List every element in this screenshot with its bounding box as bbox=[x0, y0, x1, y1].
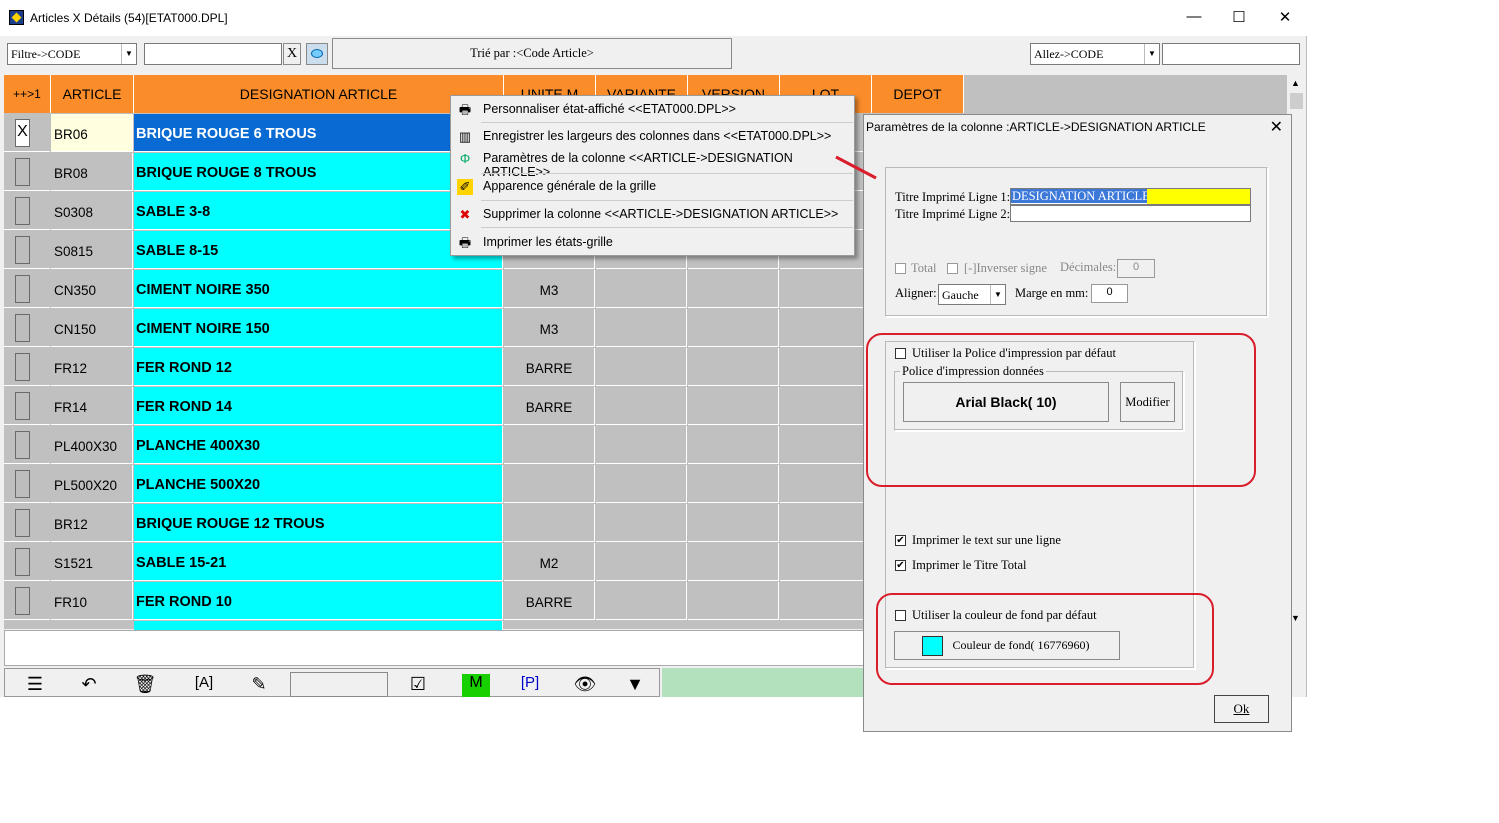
annotation-layer bbox=[835, 155, 877, 180]
annotation-box-bgcolor bbox=[876, 593, 1214, 685]
annotation-box-font bbox=[866, 333, 1256, 487]
annotation-arrow bbox=[835, 155, 877, 180]
